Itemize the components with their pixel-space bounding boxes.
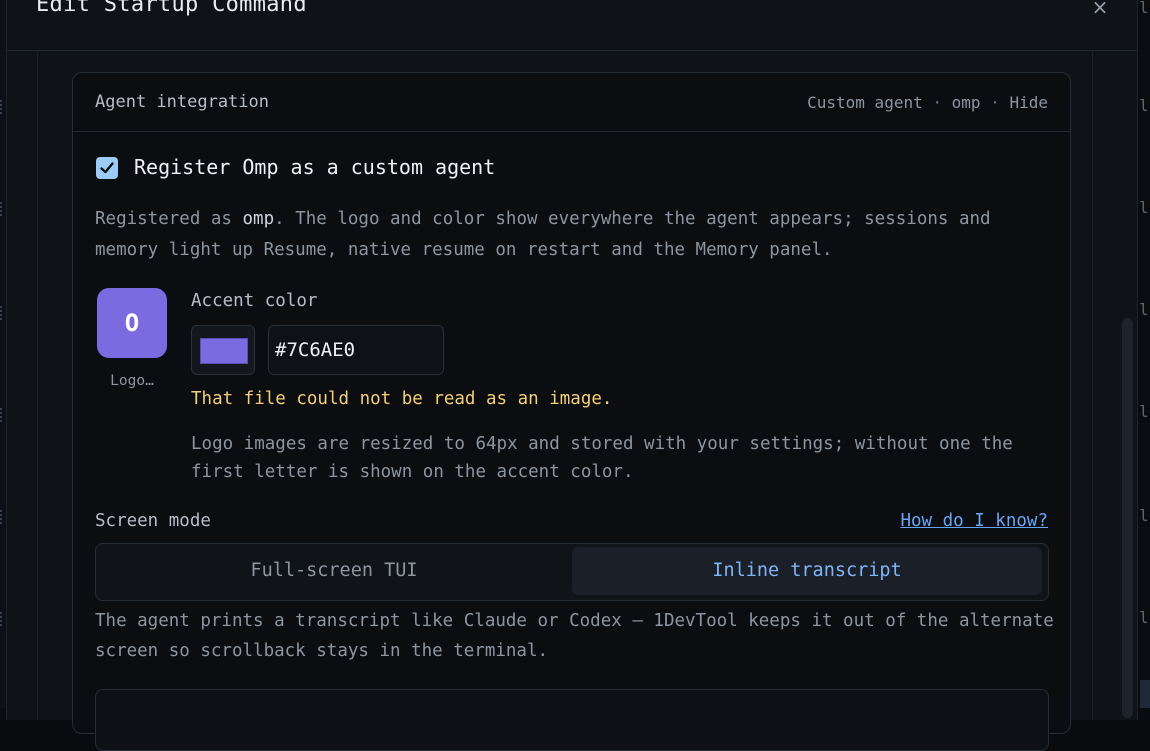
screen-mode-option-inline[interactable]: Inline transcript (572, 547, 1042, 595)
dialog-header: Edit Startup Command × (7, 0, 1137, 51)
dialog-title: Edit Startup Command (36, 0, 307, 17)
card-title: Agent integration (95, 92, 269, 112)
dialog-body-border (37, 50, 38, 720)
background-selection (1140, 680, 1150, 708)
accent-color-input[interactable]: #7C6AE0 (268, 325, 444, 375)
agent-kind: Custom agent (807, 93, 923, 112)
accent-color-swatch[interactable] (191, 325, 255, 375)
logo-hint: Logo images are resized to 64px and stor… (191, 434, 1013, 482)
logo-error-message: That file could not be read as an image. (191, 389, 613, 409)
background-text: l (1139, 608, 1149, 627)
card-header: Agent integration Custom agent · omp · H… (73, 73, 1070, 132)
background-text: l (1139, 300, 1149, 319)
dialog-scrollbar[interactable] (1122, 318, 1133, 718)
description-text: Registered as (95, 209, 243, 229)
logo-caption[interactable]: Logo… (97, 373, 167, 389)
background-text: l (1139, 96, 1149, 115)
next-section-box (95, 689, 1049, 751)
dialog-body-border (1092, 50, 1093, 720)
register-description: Registered as omp. The logo and color sh… (95, 204, 1055, 266)
meta-separator: · (932, 93, 942, 112)
meta-separator: · (990, 93, 1000, 112)
accent-color-label: Accent color (191, 291, 318, 311)
card-meta: Custom agent · omp · Hide (807, 93, 1048, 112)
screen-mode-label: Screen mode (95, 511, 211, 531)
register-agent-label[interactable]: Register Omp as a custom agent (134, 155, 495, 179)
screen-mode-option-fullscreen[interactable]: Full-screen TUI (99, 547, 569, 595)
edit-startup-command-dialog: Edit Startup Command × Agent integration… (6, 0, 1138, 751)
register-agent-checkbox[interactable] (96, 157, 118, 179)
background-text: l (1139, 506, 1149, 525)
background-text: l (1139, 402, 1149, 421)
how-do-i-know-link[interactable]: How do I know? (900, 511, 1048, 531)
checkmark-icon (100, 162, 114, 174)
screen-mode-description: The agent prints a transcript like Claud… (95, 611, 1054, 661)
agent-name: omp (951, 93, 981, 112)
logo-picker-button[interactable]: O (97, 288, 167, 358)
hide-button[interactable]: Hide (1009, 93, 1048, 112)
agent-integration-card: Agent integration Custom agent · omp · H… (72, 72, 1071, 751)
close-icon[interactable]: × (1091, 0, 1109, 18)
background-text: l (1139, 0, 1149, 17)
color-swatch-fill (200, 338, 248, 364)
screen-mode-toggle: Full-screen TUI Inline transcript (95, 543, 1049, 601)
background-text: l (1139, 198, 1149, 217)
agent-id-code: omp (242, 209, 275, 229)
